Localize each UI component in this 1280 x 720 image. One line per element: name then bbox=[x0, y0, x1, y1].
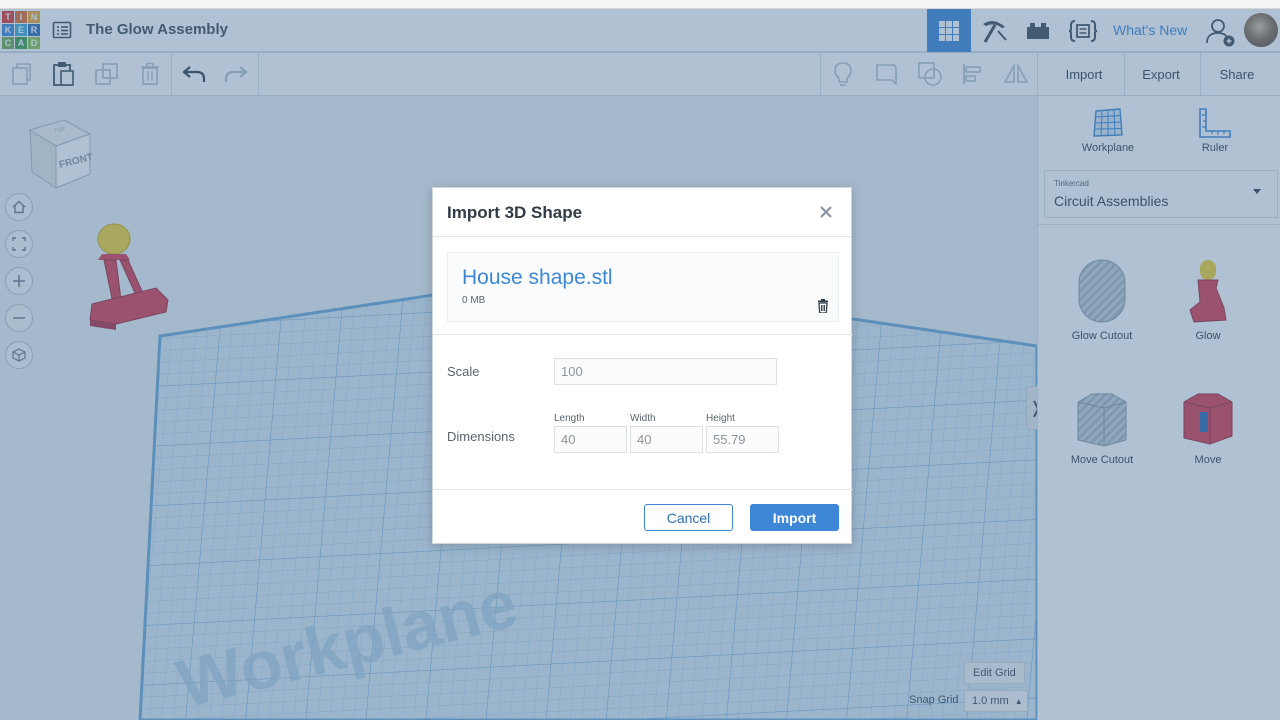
width-label: Width bbox=[630, 413, 656, 424]
width-value: 40 bbox=[637, 432, 652, 447]
height-value: 55.79 bbox=[713, 432, 746, 447]
trash-icon[interactable] bbox=[817, 299, 829, 313]
length-label: Length bbox=[554, 413, 585, 424]
scale-value: 100 bbox=[561, 364, 583, 379]
import-confirm-button[interactable]: Import bbox=[750, 504, 839, 531]
cancel-button[interactable]: Cancel bbox=[644, 504, 733, 531]
length-value: 40 bbox=[561, 432, 576, 447]
dialog-title: Import 3D Shape bbox=[447, 203, 583, 222]
scale-label: Scale bbox=[447, 364, 480, 379]
file-size: 0 MB bbox=[462, 295, 486, 306]
file-name: House shape.stl bbox=[462, 266, 613, 289]
width-input[interactable]: 40 bbox=[630, 426, 703, 453]
height-label: Height bbox=[706, 413, 735, 424]
scale-input[interactable]: 100 bbox=[554, 358, 777, 385]
import-shape-dialog: Import 3D Shape House shape.stl 0 MB Sca… bbox=[432, 187, 853, 545]
file-card: House shape.stl 0 MB bbox=[447, 252, 839, 322]
height-input[interactable]: 55.79 bbox=[706, 426, 779, 453]
close-icon[interactable] bbox=[818, 204, 834, 220]
browser-top-strip bbox=[0, 0, 1280, 9]
length-input[interactable]: 40 bbox=[554, 426, 627, 453]
dimensions-label: Dimensions bbox=[447, 429, 515, 444]
dialog-footer: Cancel Import bbox=[433, 489, 853, 545]
